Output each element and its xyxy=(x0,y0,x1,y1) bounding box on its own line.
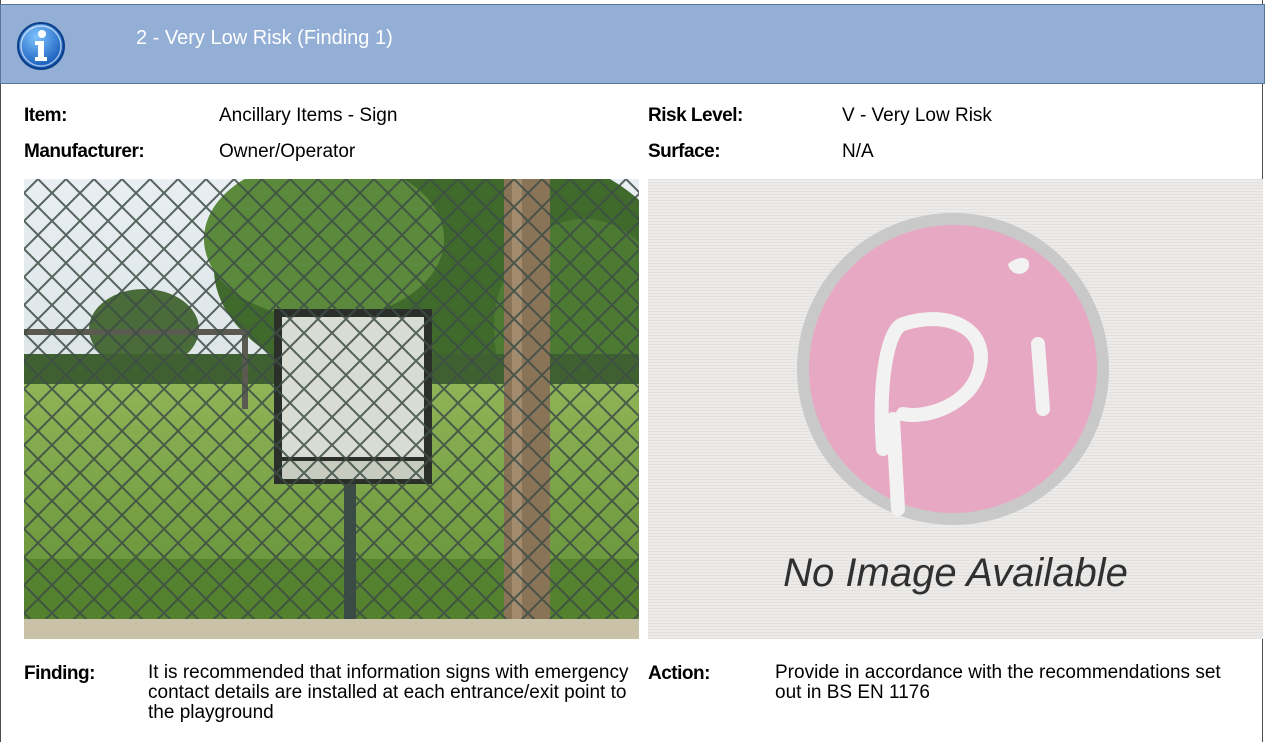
no-image-text: No Image Available xyxy=(783,551,1128,595)
item-label: Item: xyxy=(24,105,67,126)
item-value: Ancillary Items - Sign xyxy=(219,105,398,126)
action-text: Provide in accordance with the recommend… xyxy=(775,662,1221,703)
action-label: Action: xyxy=(648,663,710,684)
info-icon xyxy=(17,22,65,70)
finding-header: 2 - Very Low Risk (Finding 1) xyxy=(0,4,1265,84)
no-image-placeholder: No Image Available xyxy=(648,179,1263,639)
manufacturer-value: Owner/Operator xyxy=(219,141,356,162)
finding-text: It is recommended that information signs… xyxy=(148,662,629,723)
sign-photo-image xyxy=(24,179,639,639)
finding-photo xyxy=(24,179,639,639)
surface-value: N/A xyxy=(842,141,874,162)
risk-level-value: V - Very Low Risk xyxy=(842,105,992,126)
surface-label: Surface: xyxy=(648,141,721,162)
finding-label: Finding: xyxy=(24,663,95,684)
header-title: 2 - Very Low Risk (Finding 1) xyxy=(136,27,393,49)
manufacturer-label: Manufacturer: xyxy=(24,141,145,162)
risk-level-label: Risk Level: xyxy=(648,105,743,126)
